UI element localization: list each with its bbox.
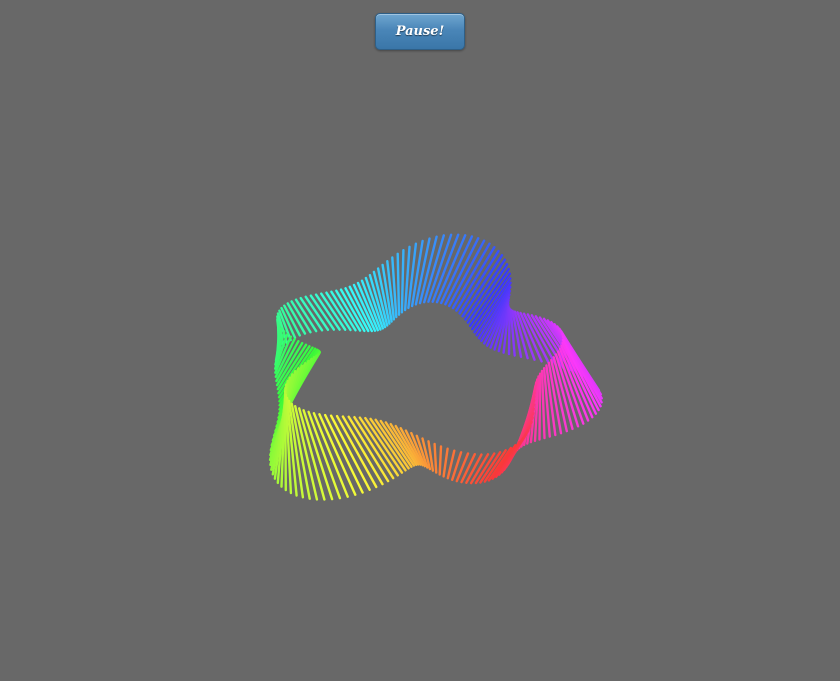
ring-bar <box>538 372 542 441</box>
ring-bar <box>438 445 443 476</box>
ring-bar <box>396 252 401 316</box>
pause-button[interactable]: Pause! <box>375 13 465 50</box>
ring-bar <box>400 248 405 314</box>
ring-bar <box>507 307 511 356</box>
ring-bar <box>491 444 517 480</box>
animation-stage: Pause! <box>0 0 840 681</box>
ring-bar <box>442 447 449 478</box>
rainbow-ring-animation <box>268 233 603 501</box>
ring-bar <box>433 442 438 474</box>
ring-bar <box>304 295 330 331</box>
